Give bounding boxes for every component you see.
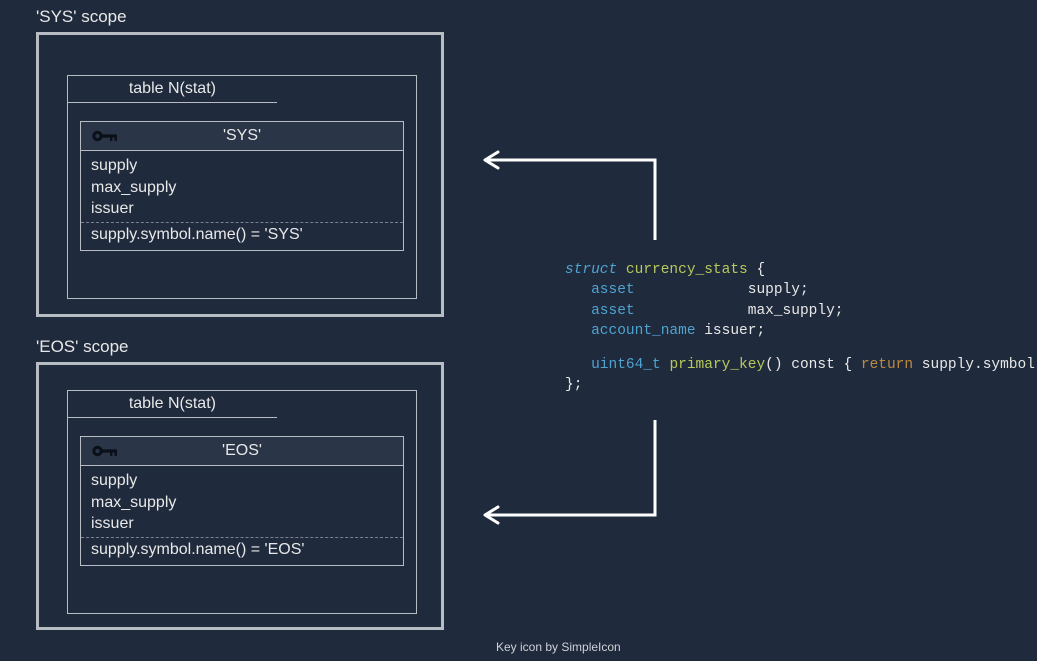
field-issuer: issuer (91, 513, 393, 535)
code-line-4: account_name issuer; (565, 321, 1037, 341)
field-max-supply: max_supply (91, 492, 393, 514)
record-key-label-sys: 'SYS' (119, 127, 393, 145)
arrow-to-sys (470, 135, 670, 245)
record-eos: 'EOS' supply max_supply issuer supply.sy… (80, 436, 404, 566)
record-key-row-eos: 'EOS' (81, 437, 403, 466)
scope-label-eos: 'EOS' scope (36, 337, 128, 357)
record-key-label-eos: 'EOS' (119, 442, 393, 460)
key-icon (91, 128, 119, 144)
scope-box-sys: table N(stat) 'SYS' supply max_supply is… (36, 32, 444, 317)
code-line-6: }; (565, 375, 1037, 395)
record-pk-sys: supply.symbol.name() = 'SYS' (81, 223, 403, 250)
arrow-to-eos (470, 415, 670, 525)
attribution-text: Key icon by SimpleIcon (496, 640, 621, 654)
code-block: struct currency_stats { asset supply; as… (565, 260, 1037, 396)
record-sys: 'SYS' supply max_supply issuer supply.sy… (80, 121, 404, 251)
table-header-sys: table N(stat) (68, 76, 277, 103)
field-max-supply: max_supply (91, 177, 393, 199)
key-icon (91, 443, 119, 459)
record-pk-eos: supply.symbol.name() = 'EOS' (81, 538, 403, 565)
field-supply: supply (91, 155, 393, 177)
record-fields-eos: supply max_supply issuer (81, 466, 403, 538)
table-sys: table N(stat) 'SYS' supply max_supply is… (67, 75, 417, 299)
table-eos: table N(stat) 'EOS' supply max_supply is… (67, 390, 417, 614)
code-line-5: uint64_t primary_key() const { return su… (565, 355, 1037, 375)
field-issuer: issuer (91, 198, 393, 220)
code-line-2: asset supply; (565, 280, 1037, 300)
code-line-1: struct currency_stats { (565, 260, 1037, 280)
record-key-row-sys: 'SYS' (81, 122, 403, 151)
scope-box-eos: table N(stat) 'EOS' supply max_supply is… (36, 362, 444, 630)
table-header-eos: table N(stat) (68, 391, 277, 418)
scope-label-sys: 'SYS' scope (36, 7, 127, 27)
record-fields-sys: supply max_supply issuer (81, 151, 403, 223)
field-supply: supply (91, 470, 393, 492)
code-line-3: asset max_supply; (565, 301, 1037, 321)
